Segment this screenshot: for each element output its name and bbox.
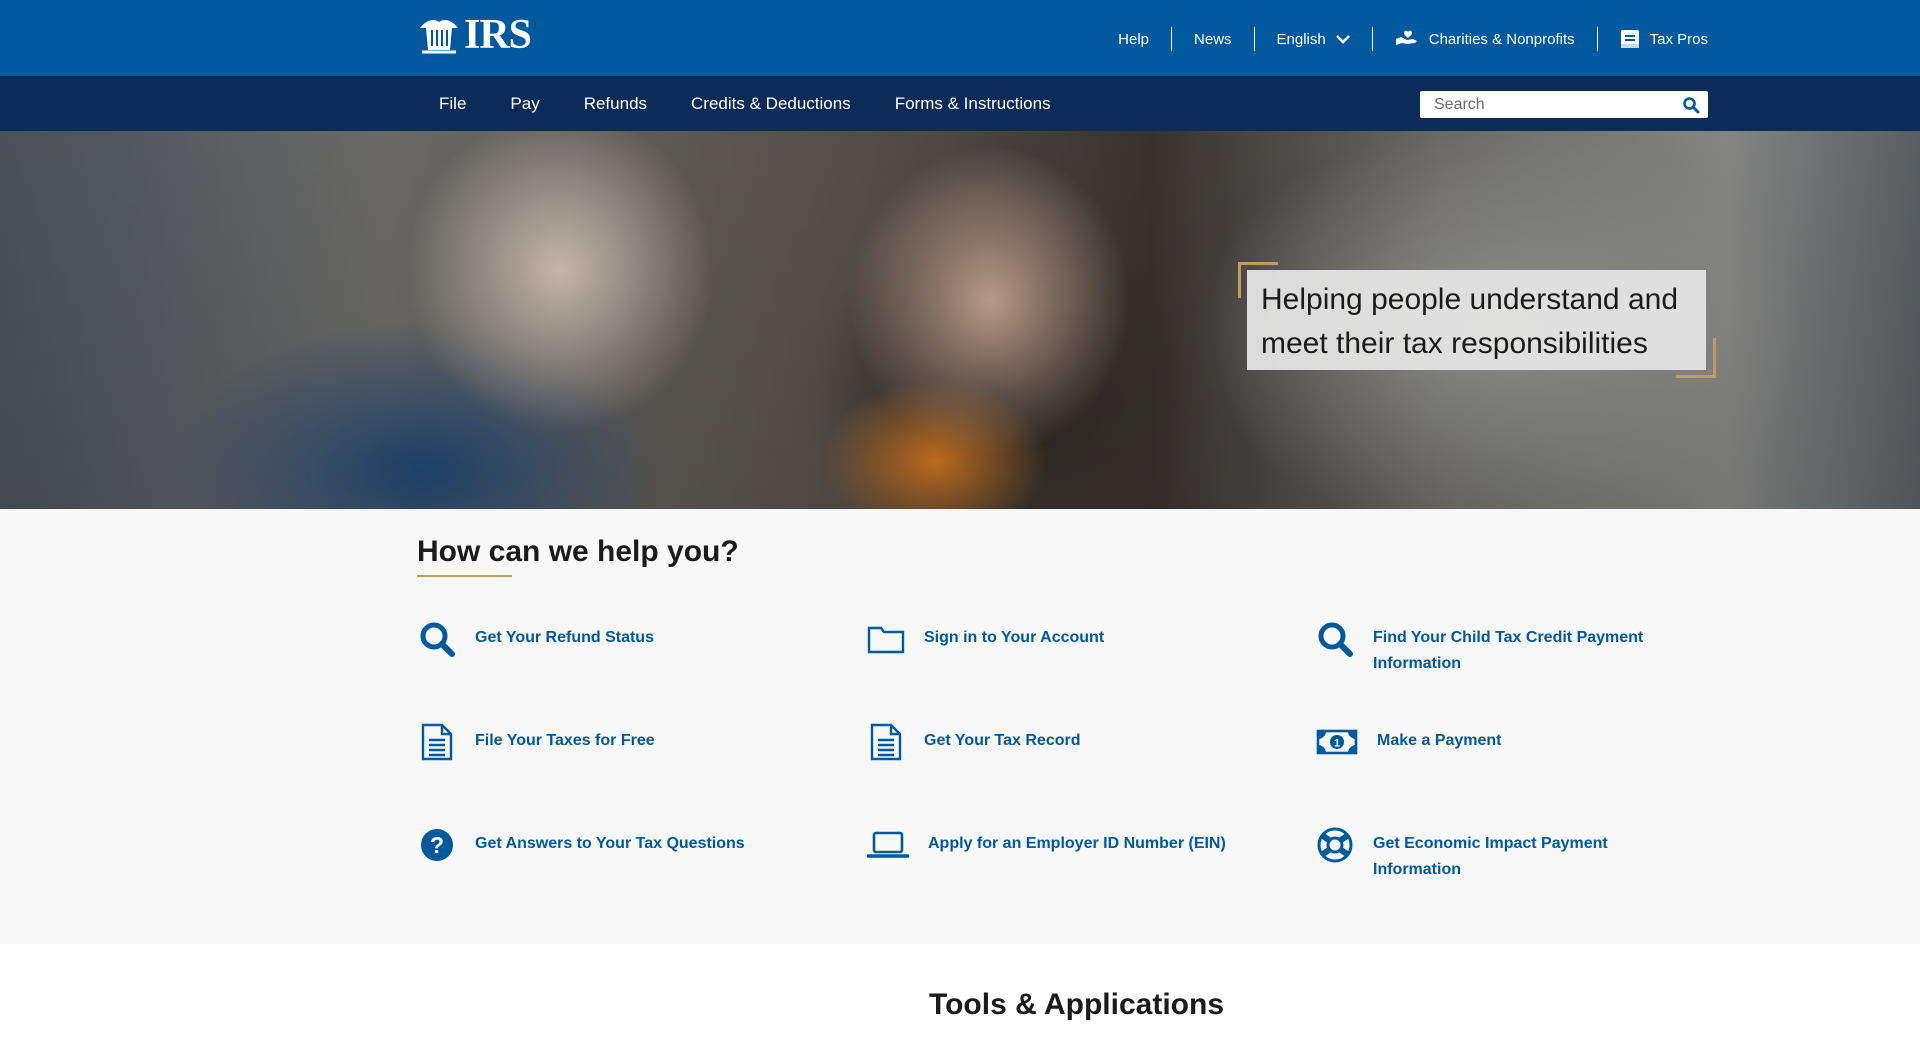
economic-impact-payment-link[interactable]: Get Economic Impact Payment Information [1315,825,1608,883]
section-title: How can we help you? [417,535,739,568]
link-label-line-1: Find Your Child Tax Credit Payment [1373,629,1644,646]
news-label: News [1194,30,1232,48]
language-select[interactable]: English [1255,27,1372,51]
tax-pros-link[interactable]: Tax Pros [1598,27,1708,51]
link-label: Get Economic Impact Payment Information [1373,825,1608,883]
search-icon [417,619,457,659]
decorative-bracket [1676,338,1716,378]
link-label: Make a Payment [1377,732,1502,749]
hero-banner: Helping people understand and meet their… [0,131,1920,509]
link-label-line-1: Get Economic Impact Payment [1373,835,1608,852]
nav-item-credits-deductions[interactable]: Credits & Deductions [669,76,873,131]
ein-link[interactable]: Apply for an Employer ID Number (EIN) [866,825,1226,865]
nav-item-refunds[interactable]: Refunds [562,76,669,131]
help-link[interactable]: Help [1096,27,1171,51]
file-free-link[interactable]: File Your Taxes for Free [417,722,655,762]
chevron-down-icon [1335,35,1350,44]
svg-text:?: ? [430,832,444,858]
hero-line-2: meet their tax responsibilities [1261,327,1648,360]
link-label: Get Answers to Your Tax Questions [475,835,745,852]
search-box [1420,91,1708,118]
document-icon [417,722,457,762]
make-payment-link[interactable]: 1 Make a Payment [1315,722,1502,762]
irs-logo[interactable]: IRS [416,12,532,58]
site-header: IRS Help News English Charities & Nonpro… [0,0,1920,76]
hand-heart-icon [1395,30,1417,45]
nav-item-file[interactable]: File [417,76,488,131]
charities-link[interactable]: Charities & Nonprofits [1373,27,1597,51]
link-label: Get Your Refund Status [475,629,654,646]
hero-tagline: Helping people understand and meet their… [1247,270,1706,370]
eagle-emblem-icon [420,20,458,54]
logo-text: IRS [464,12,532,58]
search-icon [1315,619,1355,659]
charities-label: Charities & Nonprofits [1428,30,1575,48]
search-icon[interactable] [1682,96,1700,114]
refund-status-link[interactable]: Get Your Refund Status [417,619,654,659]
link-label: Sign in to Your Account [924,629,1105,646]
tools-section: Tools & Applications [0,944,1920,1052]
language-label: English [1276,30,1326,48]
tax-pros-label: Tax Pros [1649,30,1708,48]
nav-item-pay[interactable]: Pay [488,76,561,131]
child-tax-credit-link[interactable]: Find Your Child Tax Credit Payment Infor… [1315,619,1643,677]
search-input[interactable] [1420,91,1670,118]
hero-line-1: Helping people understand and [1261,283,1678,316]
link-label: Find Your Child Tax Credit Payment Infor… [1373,619,1643,677]
lifebuoy-icon [1315,825,1355,865]
document-icon [866,722,906,762]
sign-in-link[interactable]: Sign in to Your Account [866,619,1104,659]
utility-nav: Help News English Charities & Nonprofits [1096,26,1708,52]
svg-text:1: 1 [1334,738,1340,750]
help-label: Help [1118,30,1150,48]
tax-questions-link[interactable]: ? Get Answers to Your Tax Questions [417,825,745,865]
title-underline [417,575,512,577]
laptop-icon [866,825,910,865]
money-icon: 1 [1315,722,1359,762]
link-label: Get Your Tax Record [924,732,1081,749]
book-icon [1620,30,1639,48]
help-section: How can we help you? Get Your Refund Sta… [0,509,1920,944]
section-title: Tools & Applications [929,988,1225,1021]
news-link[interactable]: News [1172,27,1254,51]
question-icon: ? [417,825,457,865]
link-label: Apply for an Employer ID Number (EIN) [928,835,1226,852]
link-label-line-2: Information [1373,655,1461,672]
tax-record-link[interactable]: Get Your Tax Record [866,722,1080,762]
main-nav-items: File Pay Refunds Credits & Deductions Fo… [417,76,1073,131]
nav-item-forms-instructions[interactable]: Forms & Instructions [873,76,1073,131]
link-label: File Your Taxes for Free [475,732,655,749]
link-label-line-2: Information [1373,861,1461,878]
folder-icon [866,619,906,659]
